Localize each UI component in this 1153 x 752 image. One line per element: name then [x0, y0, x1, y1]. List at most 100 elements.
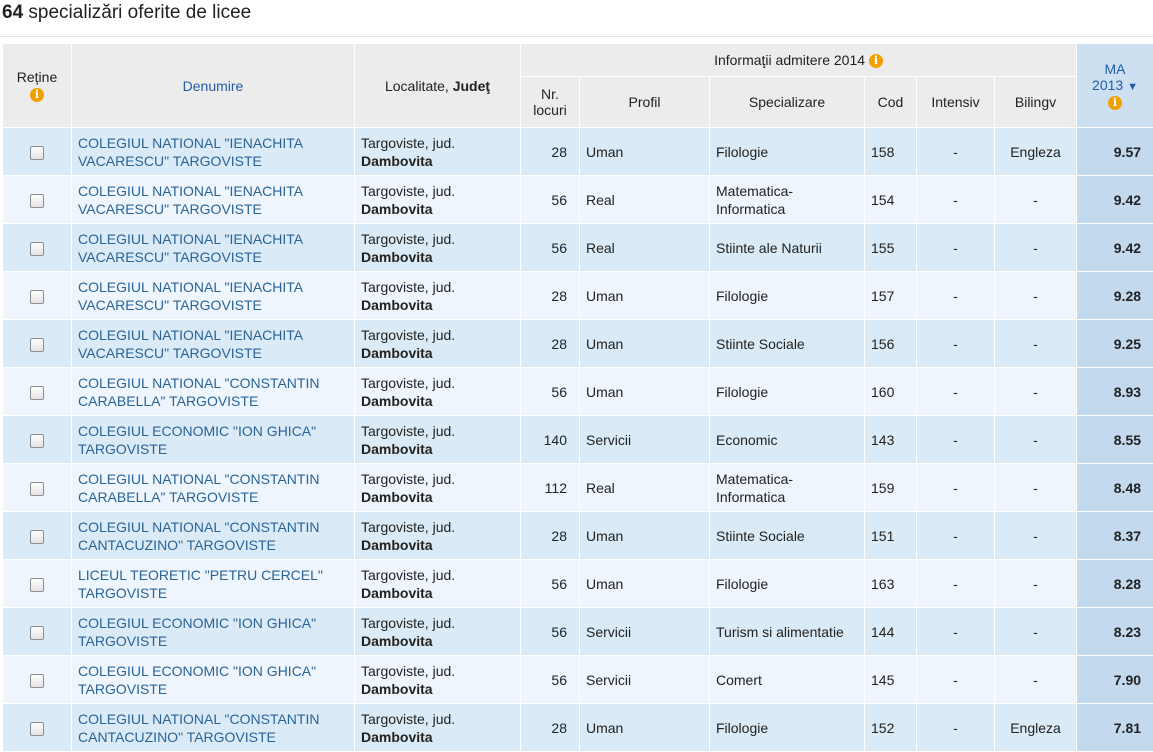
- school-name-line-1[interactable]: COLEGIUL NATIONAL "IENACHITA: [78, 183, 303, 199]
- school-name-line-2[interactable]: CARABELLA" TARGOVISTE: [78, 489, 258, 505]
- school-name-link[interactable]: COLEGIUL NATIONAL "IENACHITA VACARESCU" T…: [72, 224, 355, 272]
- retine-checkbox[interactable]: [30, 530, 44, 544]
- ma-2013-cell: 8.55: [1077, 416, 1153, 464]
- retine-checkbox[interactable]: [30, 194, 44, 208]
- county-text: Dambovita: [361, 729, 433, 745]
- cod-cell: 155: [865, 224, 917, 272]
- retine-checkbox[interactable]: [30, 578, 44, 592]
- profil-cell: Real: [580, 464, 710, 512]
- retine-checkbox[interactable]: [30, 290, 44, 304]
- school-name-line-2[interactable]: CARABELLA" TARGOVISTE: [78, 393, 258, 409]
- results-title-text: specializări oferite de licee: [23, 2, 251, 23]
- table-row: COLEGIUL NATIONAL "IENACHITA VACARESCU" T…: [3, 176, 1153, 224]
- school-name-link[interactable]: COLEGIUL NATIONAL "IENACHITA VACARESCU" T…: [72, 128, 355, 176]
- specializare-cell: Comert: [710, 656, 865, 704]
- header-denumire[interactable]: Denumire: [72, 44, 355, 128]
- cod-cell: 145: [865, 656, 917, 704]
- location-text: Targoviste, jud.: [361, 471, 455, 487]
- bilingv-cell: -: [995, 416, 1077, 464]
- school-name-line-1[interactable]: COLEGIUL ECONOMIC "ION GHICA": [78, 663, 316, 679]
- school-name-line-1[interactable]: COLEGIUL NATIONAL "IENACHITA: [78, 231, 303, 247]
- school-name-link[interactable]: COLEGIUL NATIONAL "CONSTANTIN CARABELLA" …: [72, 464, 355, 512]
- profil-cell: Uman: [580, 320, 710, 368]
- school-name-link[interactable]: COLEGIUL NATIONAL "IENACHITA VACARESCU" T…: [72, 320, 355, 368]
- location-cell: Targoviste, jud.Dambovita: [355, 176, 521, 224]
- bilingv-cell: -: [995, 512, 1077, 560]
- intensiv-cell: -: [917, 368, 995, 416]
- school-name-link[interactable]: COLEGIUL ECONOMIC "ION GHICA" TARGOVISTE: [72, 608, 355, 656]
- ma-2013-cell: 9.28: [1077, 272, 1153, 320]
- retine-cell: [3, 560, 72, 608]
- header-nr-locuri: Nr.locuri: [521, 77, 580, 128]
- school-name-line-2[interactable]: VACARESCU" TARGOVISTE: [78, 249, 262, 265]
- header-ma-2013[interactable]: MA 2013 ▼ i: [1077, 44, 1153, 128]
- specializare-cell: Filologie: [710, 704, 865, 752]
- specializare-line-1: Stiinte Sociale: [716, 528, 805, 544]
- header-localitate[interactable]: Localitate, Judeţ: [355, 44, 521, 128]
- school-name-link[interactable]: LICEUL TEORETIC "PETRU CERCEL" TARGOVISTE: [72, 560, 355, 608]
- school-name-line-1[interactable]: COLEGIUL NATIONAL "CONSTANTIN: [78, 519, 319, 535]
- retine-checkbox[interactable]: [30, 386, 44, 400]
- school-name-line-2[interactable]: TARGOVISTE: [78, 585, 167, 601]
- specializare-line-1: Filologie: [716, 144, 768, 160]
- school-name-link[interactable]: COLEGIUL NATIONAL "CONSTANTIN CANTACUZINO…: [72, 512, 355, 560]
- table-row: COLEGIUL ECONOMIC "ION GHICA" TARGOVISTET…: [3, 416, 1153, 464]
- school-name-line-1[interactable]: COLEGIUL NATIONAL "CONSTANTIN: [78, 471, 319, 487]
- location-cell: Targoviste, jud.Dambovita: [355, 512, 521, 560]
- school-name-line-1[interactable]: COLEGIUL NATIONAL "CONSTANTIN: [78, 375, 319, 391]
- intensiv-cell: -: [917, 320, 995, 368]
- school-name-link[interactable]: COLEGIUL ECONOMIC "ION GHICA" TARGOVISTE: [72, 656, 355, 704]
- retine-cell: [3, 368, 72, 416]
- retine-checkbox[interactable]: [30, 722, 44, 736]
- school-name-line-2[interactable]: TARGOVISTE: [78, 681, 167, 697]
- retine-checkbox[interactable]: [30, 626, 44, 640]
- school-name-line-1[interactable]: COLEGIUL ECONOMIC "ION GHICA": [78, 423, 316, 439]
- info-icon[interactable]: i: [869, 54, 883, 68]
- intensiv-cell: -: [917, 416, 995, 464]
- school-name-line-1[interactable]: COLEGIUL ECONOMIC "ION GHICA": [78, 615, 316, 631]
- school-name-link[interactable]: COLEGIUL NATIONAL "CONSTANTIN CARABELLA" …: [72, 368, 355, 416]
- retine-checkbox[interactable]: [30, 338, 44, 352]
- school-name-link[interactable]: COLEGIUL NATIONAL "CONSTANTIN CANTACUZINO…: [72, 704, 355, 752]
- school-name-line-2[interactable]: VACARESCU" TARGOVISTE: [78, 153, 262, 169]
- retine-cell: [3, 320, 72, 368]
- county-text: Dambovita: [361, 201, 433, 217]
- school-name-line-1[interactable]: LICEUL TEORETIC "PETRU CERCEL": [78, 567, 323, 583]
- locuri-cell: 112: [521, 464, 580, 512]
- cod-cell: 151: [865, 512, 917, 560]
- locuri-cell: 56: [521, 560, 580, 608]
- retine-cell: [3, 656, 72, 704]
- location-text: Targoviste, jud.: [361, 327, 455, 343]
- retine-checkbox[interactable]: [30, 674, 44, 688]
- header-specializare: Specializare: [710, 77, 865, 128]
- header-locuri-label: locuri: [533, 102, 566, 118]
- school-name-line-1[interactable]: COLEGIUL NATIONAL "IENACHITA: [78, 279, 303, 295]
- school-name-line-2[interactable]: VACARESCU" TARGOVISTE: [78, 297, 262, 313]
- info-icon[interactable]: i: [1108, 96, 1122, 110]
- retine-cell: [3, 272, 72, 320]
- school-name-line-2[interactable]: CANTACUZINO" TARGOVISTE: [78, 729, 276, 745]
- ma-2013-cell: 8.48: [1077, 464, 1153, 512]
- sort-desc-icon[interactable]: ▼: [1127, 81, 1138, 93]
- specializare-cell: Filologie: [710, 128, 865, 176]
- school-name-line-2[interactable]: VACARESCU" TARGOVISTE: [78, 345, 262, 361]
- retine-checkbox[interactable]: [30, 482, 44, 496]
- school-name-link[interactable]: COLEGIUL ECONOMIC "ION GHICA" TARGOVISTE: [72, 416, 355, 464]
- county-text: Dambovita: [361, 249, 433, 265]
- school-name-line-1[interactable]: COLEGIUL NATIONAL "CONSTANTIN: [78, 711, 319, 727]
- school-name-line-1[interactable]: COLEGIUL NATIONAL "IENACHITA: [78, 135, 303, 151]
- school-name-line-2[interactable]: VACARESCU" TARGOVISTE: [78, 201, 262, 217]
- retine-checkbox[interactable]: [30, 146, 44, 160]
- school-name-line-2[interactable]: TARGOVISTE: [78, 441, 167, 457]
- info-icon[interactable]: i: [30, 88, 44, 102]
- intensiv-cell: -: [917, 656, 995, 704]
- school-name-link[interactable]: COLEGIUL NATIONAL "IENACHITA VACARESCU" T…: [72, 272, 355, 320]
- school-name-line-2[interactable]: TARGOVISTE: [78, 633, 167, 649]
- specializare-line-1: Economic: [716, 432, 777, 448]
- school-name-line-1[interactable]: COLEGIUL NATIONAL "IENACHITA: [78, 327, 303, 343]
- school-name-line-2[interactable]: CANTACUZINO" TARGOVISTE: [78, 537, 276, 553]
- school-name-link[interactable]: COLEGIUL NATIONAL "IENACHITA VACARESCU" T…: [72, 176, 355, 224]
- profil-cell: Uman: [580, 560, 710, 608]
- retine-checkbox[interactable]: [30, 242, 44, 256]
- retine-checkbox[interactable]: [30, 434, 44, 448]
